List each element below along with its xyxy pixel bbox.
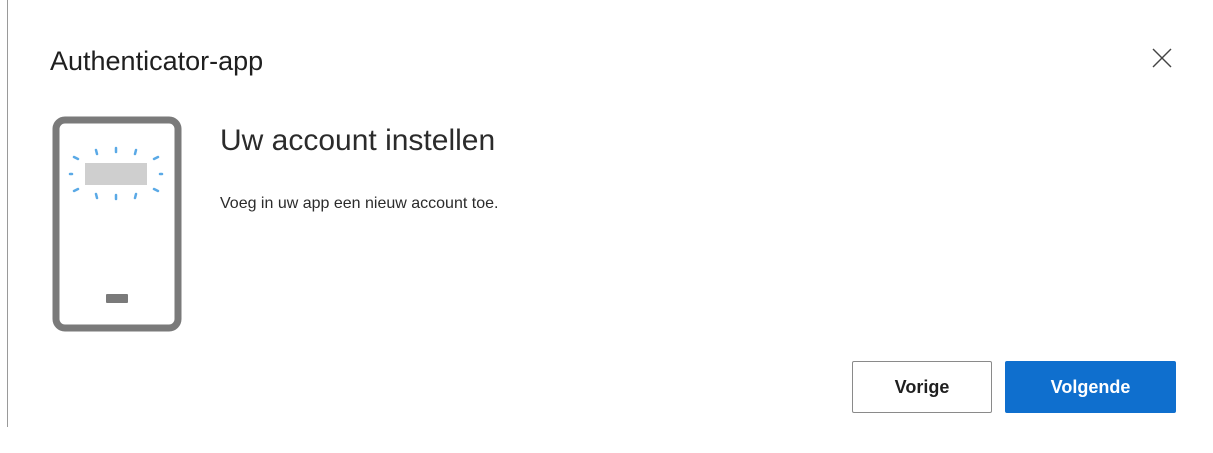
back-button[interactable]: Vorige	[852, 361, 992, 413]
dialog-title: Authenticator-app	[50, 46, 264, 76]
step-heading: Uw account instellen	[220, 124, 496, 157]
next-button[interactable]: Volgende	[1005, 361, 1176, 413]
dialog: Authenticator-app Uw account instellen V…	[0, 0, 1213, 453]
phone-notification-icon	[52, 116, 182, 332]
close-button[interactable]	[1150, 46, 1174, 70]
dialog-left-border	[7, 0, 8, 427]
step-description: Voeg in uw app een nieuw account toe.	[220, 195, 499, 212]
close-icon	[1152, 48, 1172, 68]
